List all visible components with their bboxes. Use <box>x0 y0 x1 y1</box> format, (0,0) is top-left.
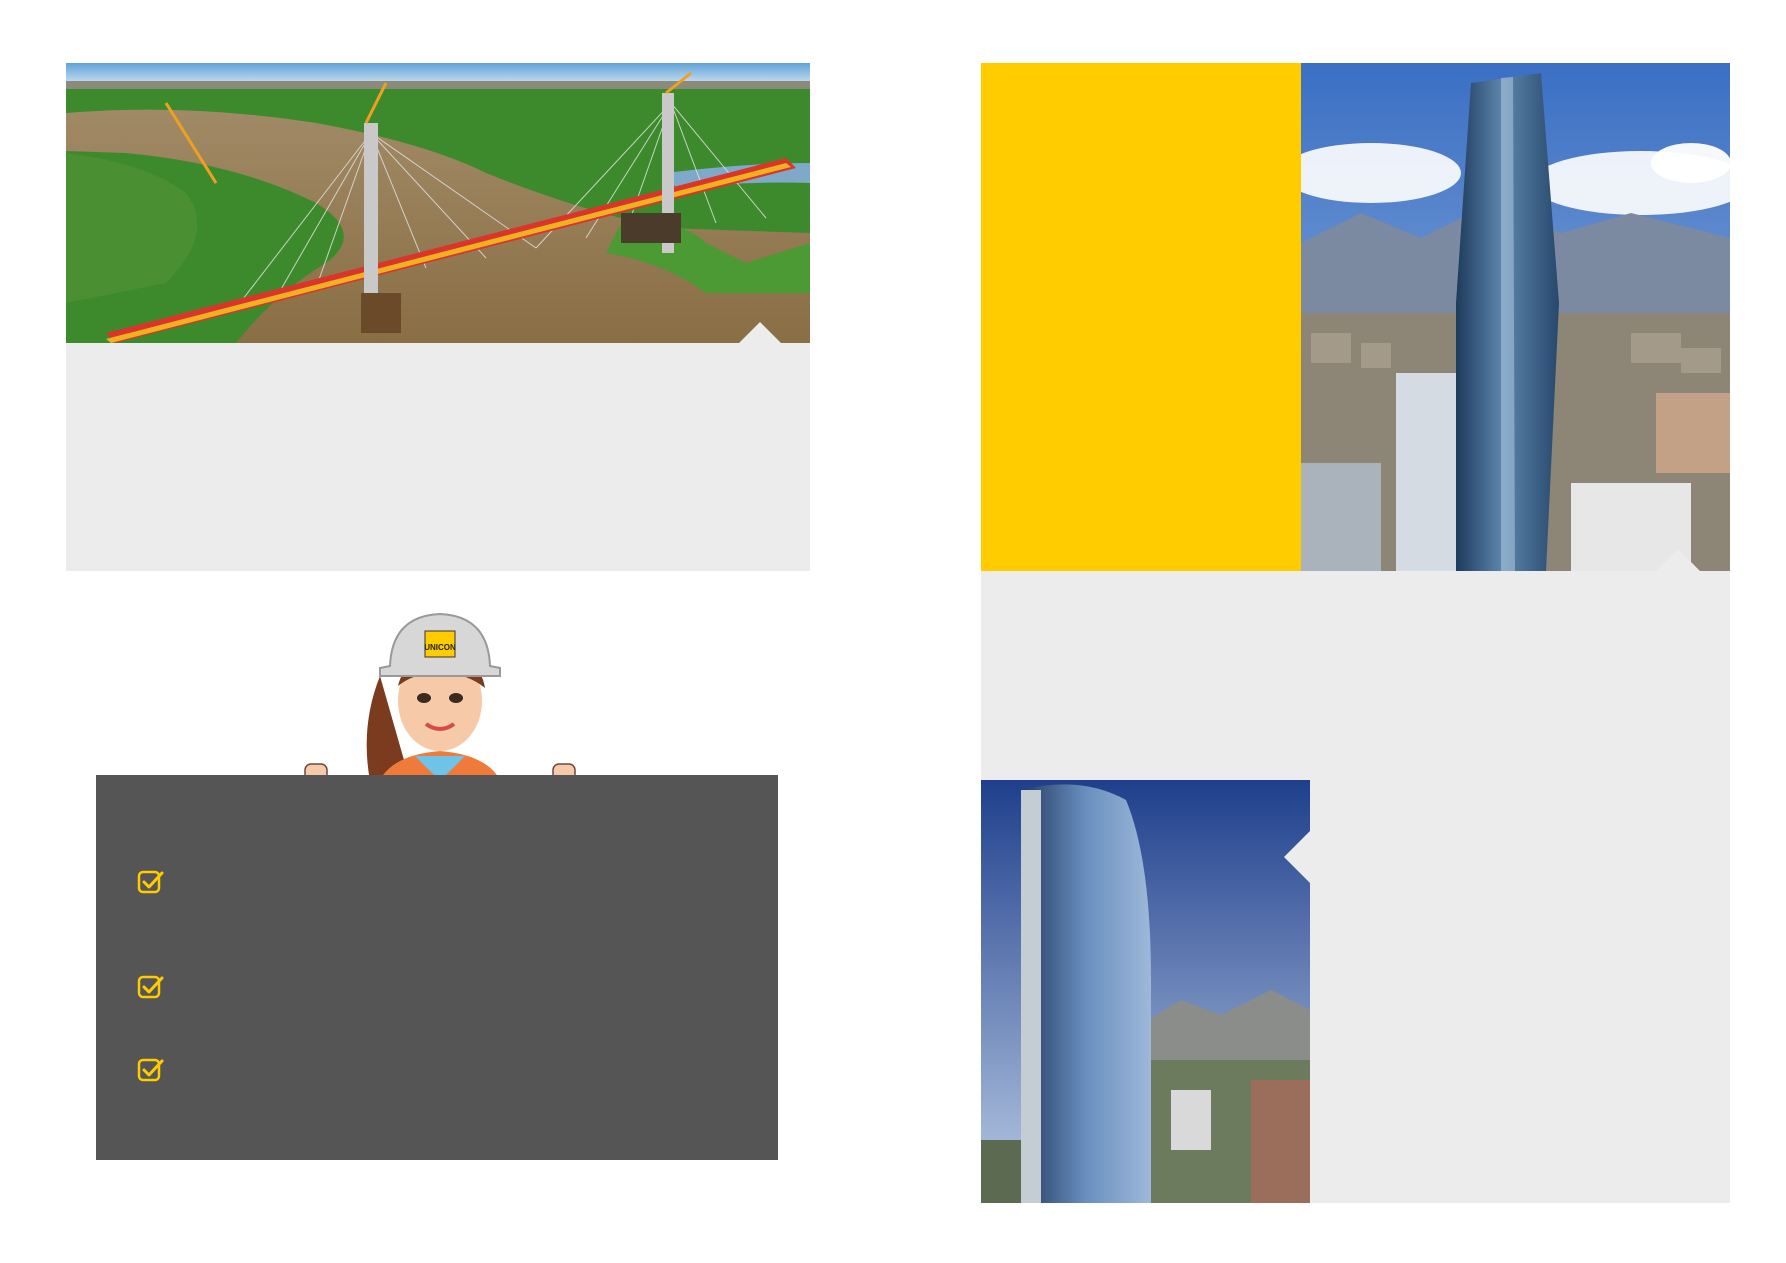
tower-card-notch <box>1656 549 1700 571</box>
engineer-mascot-illustration: UNICON <box>290 606 590 796</box>
checkbox-checked-icon <box>137 870 164 894</box>
yellow-accent-block <box>981 63 1301 571</box>
skyscraper-photo <box>1301 63 1730 571</box>
checkbox-checked-icon <box>137 975 164 999</box>
curved-tower-photo <box>981 780 1310 1203</box>
bridge-card-notch <box>738 322 782 344</box>
checklist-board <box>96 775 778 1160</box>
helmet-logo: UNICON <box>424 643 456 652</box>
tower2-card-notch <box>1284 831 1310 883</box>
checkbox-checked-icon <box>137 1058 164 1082</box>
bridge-caption-card <box>66 343 810 571</box>
bridge-photo <box>66 63 810 343</box>
